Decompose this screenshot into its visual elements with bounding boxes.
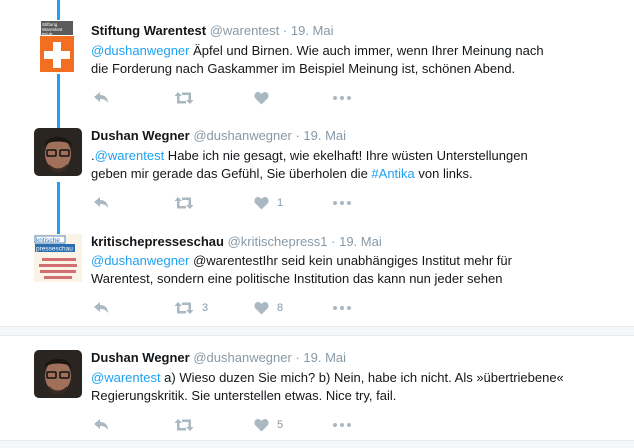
retweet-icon	[174, 92, 194, 104]
tweet-text-line: die Forderung nach Gaskammer im Beispiel…	[91, 61, 516, 76]
like-count: 8	[277, 302, 284, 314]
like-count: 1	[277, 197, 284, 209]
timestamp[interactable]: 19. Mai	[303, 128, 346, 143]
handle[interactable]: @kritischepress1	[228, 234, 328, 249]
more-button[interactable]	[333, 193, 351, 213]
like-button[interactable]: 5	[254, 415, 283, 435]
tweet-text: .@warentest Habe ich nie gesagt, wie eke…	[91, 147, 611, 183]
tweet-text-line: a) Wieso duzen Sie mich? b) Nein, habe i…	[160, 370, 564, 385]
tweet-header: kritischepresseschau @kritischepress1 · …	[91, 234, 382, 250]
separator: ·	[295, 128, 300, 143]
retweet-button[interactable]	[174, 193, 202, 213]
tweet[interactable]: Dushan Wegner @dushanwegner · 19. Mai .@…	[0, 118, 634, 228]
more-button[interactable]	[333, 88, 351, 108]
conversation-separator	[0, 326, 634, 336]
retweet-button[interactable]	[174, 415, 202, 435]
timestamp[interactable]: 19. Mai	[291, 23, 334, 38]
mention-link[interactable]: @warentest	[91, 370, 161, 385]
retweet-icon	[174, 302, 194, 314]
svg-text:test.de: test.de	[42, 32, 53, 36]
retweet-icon	[174, 197, 194, 209]
tweet-text-line: Warentest, sondern eine politische Insti…	[91, 271, 503, 286]
separator: ·	[331, 234, 336, 249]
hashtag-link[interactable]: #Antika	[371, 166, 414, 181]
retweet-button[interactable]: 3	[174, 298, 208, 318]
more-icon	[333, 423, 351, 427]
reply-icon	[94, 419, 108, 430]
reply-button[interactable]	[93, 415, 109, 435]
display-name[interactable]: Dushan Wegner	[91, 128, 190, 143]
mention-link[interactable]: @warentest	[95, 148, 165, 163]
display-name[interactable]: kritischepresseschau	[91, 234, 224, 249]
reply-icon	[94, 302, 108, 313]
display-name[interactable]: Stiftung Warentest	[91, 23, 206, 38]
tweet-header: Dushan Wegner @dushanwegner · 19. Mai	[91, 128, 346, 144]
like-button[interactable]: 8	[254, 298, 283, 318]
tweet-text-line: Habe ich nie gesagt, wie ekelhaft! Ihre …	[164, 148, 528, 163]
tweet-text: @warentest a) Wieso duzen Sie mich? b) N…	[91, 369, 611, 405]
handle[interactable]: @dushanwegner	[193, 128, 291, 143]
timestamp[interactable]: 19. Mai	[303, 350, 346, 365]
conversation-separator	[0, 440, 634, 448]
like-button[interactable]	[254, 88, 277, 108]
retweet-icon	[174, 419, 194, 431]
avatar[interactable]	[34, 128, 82, 176]
tweet-actions: 5	[91, 415, 391, 435]
separator: ·	[295, 350, 300, 365]
reply-icon	[94, 197, 108, 208]
tweet[interactable]: Dushan Wegner @dushanwegner · 19. Mai @w…	[0, 338, 634, 440]
like-count: 5	[277, 419, 284, 431]
retweet-button[interactable]	[174, 88, 202, 108]
profile-photo-icon	[34, 128, 82, 176]
avatar[interactable]	[34, 350, 82, 398]
reply-button[interactable]	[93, 298, 109, 318]
tweet[interactable]: kritische presseschau kritischepressesch…	[0, 228, 634, 328]
profile-photo-icon	[34, 350, 82, 398]
more-button[interactable]	[333, 298, 351, 318]
reply-icon	[94, 92, 108, 103]
tweet-text-line: Äpfel und Birnen. Wie auch immer, wenn I…	[189, 43, 544, 58]
tweet-actions: 1	[91, 193, 391, 213]
like-icon	[254, 197, 269, 210]
timestamp[interactable]: 19. Mai	[339, 234, 382, 249]
svg-text:kritische: kritische	[36, 237, 60, 244]
tweet-header: Stiftung Warentest @warentest · 19. Mai	[91, 23, 334, 39]
kritischepresseschau-logo-icon: kritische presseschau	[34, 234, 82, 282]
separator: ·	[282, 23, 288, 38]
stiftung-warentest-logo-icon: Stiftung Warentest test.de	[40, 20, 74, 68]
display-name[interactable]: Dushan Wegner	[91, 350, 190, 365]
like-icon	[254, 419, 269, 432]
retweet-count: 3	[202, 302, 209, 314]
tweet[interactable]: Stiftung Warentest test.de Stiftung Ware…	[0, 0, 634, 118]
tweet-text: @dushanwegner Äpfel und Birnen. Wie auch…	[91, 42, 611, 78]
tweet-text-line: geben mir gerade das Gefühl, Sie überhol…	[91, 166, 372, 181]
tweet-text: @dushanwegner @warentestIhr seid kein un…	[91, 252, 611, 288]
avatar[interactable]: kritische presseschau	[34, 234, 82, 282]
more-icon	[333, 201, 351, 205]
tweet-text-line: Regierungskritik. Sie unterstellen etwas…	[91, 388, 397, 403]
svg-text:presseschau: presseschau	[36, 246, 73, 253]
more-icon	[333, 306, 351, 310]
handle[interactable]: @warentest	[210, 23, 280, 38]
tweet-actions: 3 8	[91, 298, 391, 318]
avatar[interactable]: Stiftung Warentest test.de	[40, 20, 74, 72]
mention-link[interactable]: @dushanwegner	[91, 253, 189, 268]
more-button[interactable]	[333, 415, 351, 435]
reply-button[interactable]	[93, 193, 109, 213]
handle[interactable]: @dushanwegner	[193, 350, 291, 365]
more-icon	[333, 96, 351, 100]
tweet-text-line: @warentestIhr seid kein unabhängiges Ins…	[189, 253, 512, 268]
tweet-actions	[91, 88, 391, 108]
like-icon	[254, 302, 269, 315]
reply-button[interactable]	[93, 88, 109, 108]
like-button[interactable]: 1	[254, 193, 283, 213]
tweet-text-line: von links.	[414, 166, 473, 181]
mention-link[interactable]: @dushanwegner	[91, 43, 189, 58]
tweet-header: Dushan Wegner @dushanwegner · 19. Mai	[91, 350, 346, 366]
like-icon	[254, 92, 269, 105]
